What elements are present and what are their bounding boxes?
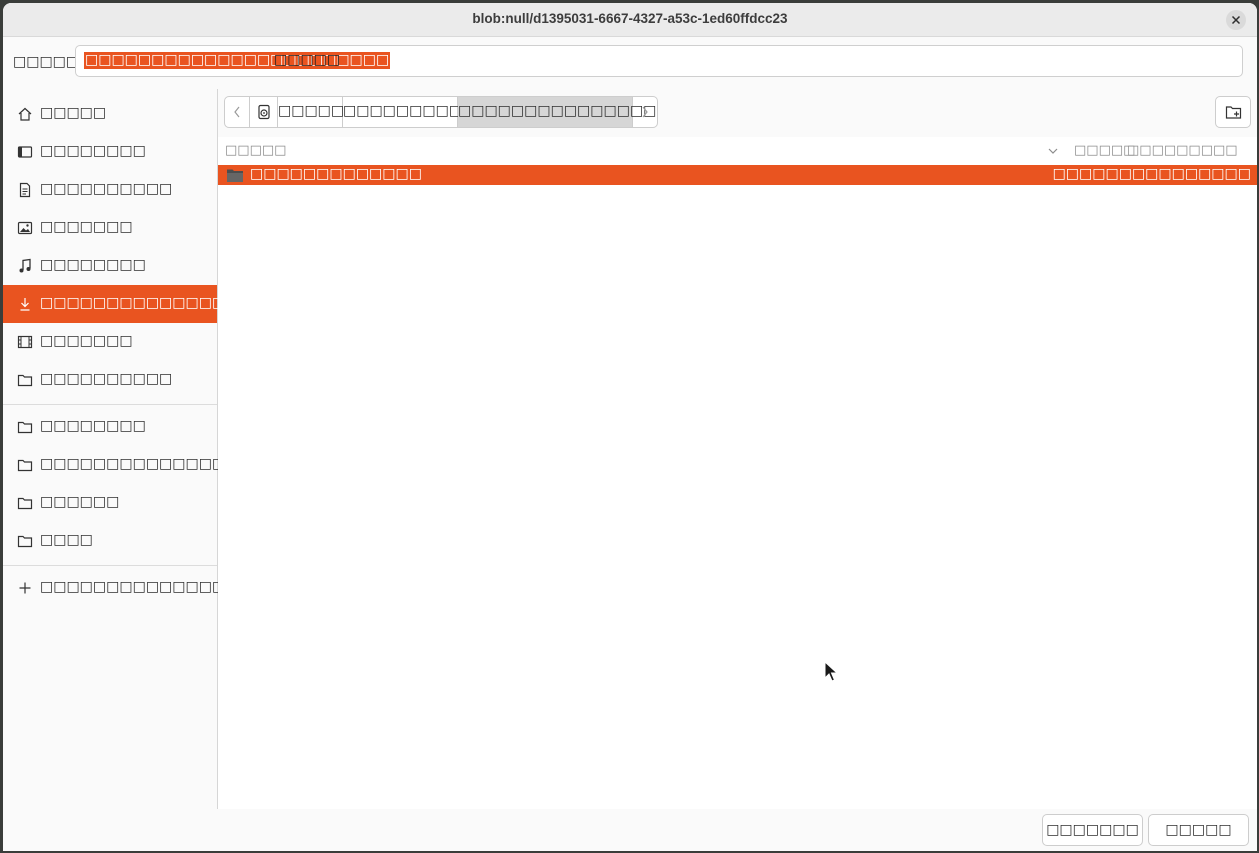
videos-icon — [17, 335, 33, 349]
path-segment-current[interactable]: □□□□□□□□□□□□□□□□□□ — [458, 97, 657, 127]
sidebar-item-label: □□□□□□□ — [40, 219, 133, 235]
sidebar-item-videos[interactable]: □□□□□□□ — [3, 323, 217, 361]
sidebar-item-pictures[interactable]: □□□□□□□ — [3, 209, 217, 247]
music-icon — [19, 258, 31, 273]
sidebar-item-folder[interactable]: □□□□□□□□□□ — [3, 361, 217, 399]
chevron-down-icon[interactable] — [1047, 146, 1059, 156]
mouse-pointer-icon — [824, 661, 838, 682]
sidebar-bookmark[interactable]: □□□□□□□□□□□□□□ — [3, 446, 225, 484]
sidebar-bookmark[interactable]: □□□□ — [3, 522, 217, 560]
sidebar-item-label: □□□□□ — [40, 105, 107, 121]
sidebar-item-label: □□□□□□□□□□ — [40, 181, 173, 197]
folder-icon — [17, 374, 33, 387]
sidebar-bookmark[interactable]: □□□□□□ — [3, 484, 217, 522]
folder-icon — [17, 535, 33, 548]
sidebar-separator — [3, 565, 217, 566]
documents-icon — [19, 182, 31, 198]
path-back-button[interactable] — [225, 97, 250, 127]
path-segment-label: □□□□□□□□□□ — [343, 103, 476, 119]
save-button[interactable]: □□□□□ — [1148, 814, 1249, 846]
path-bar-area: □□□□□ □□□□□□□□□□ □□□□□□□□□□□□□□□□□□ — [218, 89, 1257, 137]
path-forward-button[interactable] — [633, 97, 657, 127]
folder-icon — [17, 497, 33, 510]
column-modified-header[interactable]: □□□□□□□□□ — [1127, 143, 1238, 158]
home-icon — [18, 107, 32, 121]
sidebar-item-label: □□□□□□□ — [40, 333, 133, 349]
dialog-footer: □□□□□□□ □□□□□ — [3, 809, 1257, 851]
path-segment-label: □□□□□□□□□□□□□□□□□□ — [458, 103, 657, 119]
sidebar-separator — [3, 404, 217, 405]
plus-icon — [19, 582, 31, 594]
sidebar-item-label: □□□□□□□□ — [40, 418, 146, 434]
file-row-name: □□□□□□□□□□□□□ — [250, 166, 422, 182]
sidebar-item-other-locations[interactable]: □□□□□□□□□□□□□□□□□□ — [3, 569, 278, 607]
folder-icon — [227, 169, 243, 182]
pictures-icon — [17, 221, 33, 235]
file-name-extension-text: □□□□□ — [274, 52, 341, 68]
file-name-input[interactable]: □□□□□□□□□□□□□□□□□□□□□□□ □□□□□ — [75, 45, 1243, 77]
column-name-header[interactable]: □□□□□ — [225, 143, 286, 158]
desktop-icon — [17, 146, 33, 158]
file-chooser-dialog: blob:null/d1395031-6667-4327-a53c-1ed60f… — [3, 3, 1257, 851]
chevron-right-icon — [642, 106, 648, 118]
path-segment[interactable]: □□□□□ — [278, 97, 345, 127]
folder-icon — [17, 459, 33, 472]
sidebar-item-label: □□□□ — [40, 532, 93, 548]
window-title: blob:null/d1395031-6667-4327-a53c-1ed60f… — [472, 11, 788, 26]
file-row-modified: □□□□□□□□□□□□□□□ — [1052, 166, 1251, 182]
new-folder-icon — [1225, 106, 1242, 119]
sidebar-item-label: □□□□□□ — [40, 494, 120, 510]
name-row: □□□□□ □□□□□□□□□□□□□□□□□□□□□□□ □□□□□ — [3, 37, 1257, 89]
file-browser: □□□□□ □□□□□□□□□□ □□□□□□□□□□□□□□□ □□□ □□ □□… — [218, 89, 1257, 809]
path-segment-label: □□□□□ — [278, 103, 345, 119]
column-header: □□□□□ □□□□□ □□□□□□□□□ — [218, 137, 1257, 165]
path-root-button[interactable] — [250, 97, 278, 127]
chevron-left-icon — [234, 106, 240, 118]
sidebar-item-label: □□□□□□□□ — [40, 257, 146, 273]
drive-icon — [258, 104, 270, 120]
title-bar[interactable]: blob:null/d1395031-6667-4327-a53c-1ed60f… — [3, 3, 1257, 37]
sidebar-item-label: □□□□□□□□□□ — [40, 371, 173, 387]
sidebar-item-label: □□□□□□□□□□□□□□ — [40, 456, 226, 472]
sidebar-item-home[interactable]: □□□□□ — [3, 95, 217, 133]
cancel-button-label: □□□□□□□ — [1046, 822, 1139, 838]
sidebar-item-downloads[interactable]: □□□□□□□□□□□□□□□□□□ — [3, 285, 278, 323]
file-row[interactable]: □□□□□□□□□□□□□ □□□□□□□□□□□□□□□ — [218, 165, 1257, 185]
sidebar-item-desktop[interactable]: □□□□□□□□ — [3, 133, 217, 171]
path-segment[interactable]: □□□□□□□□□□ — [343, 97, 476, 127]
sidebar-item-music[interactable]: □□□□□□□□ — [3, 247, 217, 285]
close-button[interactable] — [1226, 10, 1246, 30]
places-sidebar: □□□□□ □□□□□□□□ □□□□□□□□□□ □□□□□□□ □□□□□□… — [3, 89, 278, 809]
folder-icon — [17, 421, 33, 434]
name-label: □□□□□ — [13, 54, 80, 70]
sidebar-item-documents[interactable]: □□□□□□□□□□ — [3, 171, 217, 209]
downloads-icon — [20, 298, 30, 311]
cancel-button[interactable]: □□□□□□□ — [1042, 814, 1143, 846]
path-bar: □□□□□ □□□□□□□□□□ □□□□□□□□□□□□□□□□□□ — [224, 96, 658, 128]
sidebar-bookmark[interactable]: □□□□□□□□ — [3, 408, 217, 446]
new-folder-button[interactable] — [1215, 96, 1251, 128]
save-button-label: □□□□□ — [1165, 822, 1232, 838]
sidebar-item-label: □□□□□□□□ — [40, 143, 146, 159]
file-name-selected-text: □□□□□□□□□□□□□□□□□□□□□□□ — [84, 52, 391, 69]
close-icon — [1231, 15, 1241, 25]
